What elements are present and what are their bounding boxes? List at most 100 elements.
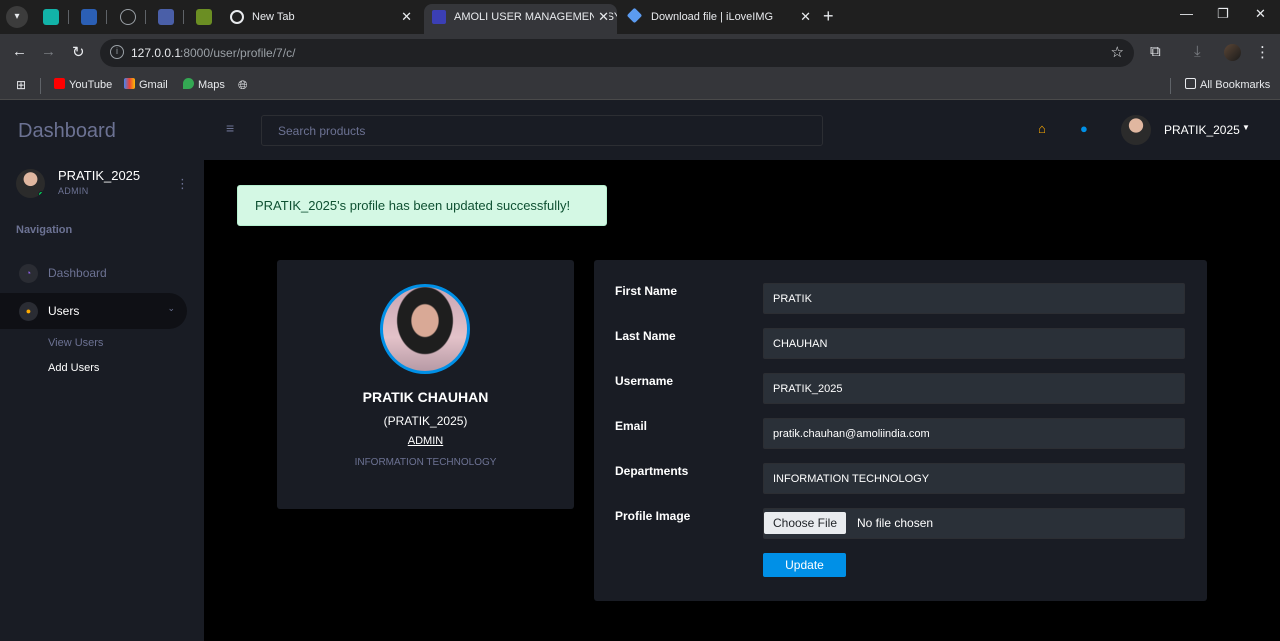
sidebar-subitem-add-users[interactable]: Add Users [48, 362, 99, 374]
tab-iloveimg[interactable]: Download file | iLoveIMG ✕ [621, 4, 819, 34]
tab-search-icon[interactable]: ▾ [6, 6, 28, 28]
brand-logo[interactable]: Dashboard [18, 120, 116, 143]
site-favicon-icon [432, 10, 446, 24]
url-host: 127.0.0.1 [131, 46, 182, 60]
sidebar-item-users[interactable]: ● Users ⌄ [0, 293, 187, 329]
nav-heading: Navigation [16, 224, 73, 236]
email-field[interactable] [763, 418, 1185, 449]
minimize-icon[interactable]: — [1180, 6, 1193, 21]
globe-icon[interactable]: 🌐︎ [238, 78, 248, 93]
globe-icon[interactable] [120, 9, 136, 25]
pinned-tab-icon[interactable] [81, 9, 97, 25]
bookmark-maps[interactable]: Maps [183, 78, 225, 91]
reload-icon[interactable]: ↻ [72, 43, 85, 61]
chrome-icon [230, 10, 244, 24]
first-name-field[interactable] [763, 283, 1185, 314]
divider [1170, 78, 1171, 94]
tab-new-tab[interactable]: New Tab ✕ [222, 4, 420, 34]
first-name-label: First Name [615, 284, 678, 298]
last-name-label: Last Name [615, 329, 676, 343]
close-icon[interactable]: ✕ [800, 4, 811, 30]
sidebar: Dashboard PRATIK_2025 ADMIN ⋮ Navigation… [0, 100, 204, 641]
sidebar-item-dashboard[interactable]: ◔ Dashboard [0, 255, 187, 291]
profile-card: PRATIK CHAUHAN (PRATIK_2025) ADMIN INFOR… [277, 260, 574, 509]
online-status-icon [38, 191, 45, 198]
bookmark-star-icon[interactable]: ☆ [1111, 43, 1124, 61]
divider [40, 78, 41, 94]
browser-chrome: ▾ New Tab ✕ AMOLI USER MANAGEMENT SY ✕ D… [0, 0, 1280, 100]
username-label: Username [615, 374, 674, 388]
profile-role: ADMIN [407, 435, 444, 447]
navbar-user-name[interactable]: PRATIK_2025 [1164, 123, 1240, 137]
close-icon[interactable]: ✕ [401, 4, 412, 30]
bookmark-label: Maps [198, 79, 225, 91]
avatar[interactable] [1121, 115, 1151, 145]
new-tab-icon[interactable]: + [823, 6, 834, 27]
all-bookmarks-label: All Bookmarks [1200, 79, 1271, 91]
menu-kebab-icon[interactable]: ⋮ [1255, 43, 1270, 61]
choose-file-button[interactable]: Choose File [764, 512, 846, 534]
pinned-tab-icon[interactable] [196, 9, 212, 25]
speedometer-icon: ◔ [19, 264, 38, 283]
close-icon[interactable]: ✕ [594, 4, 609, 30]
bookmark-gmail[interactable]: Gmail [124, 78, 168, 91]
email-label: Email [615, 419, 648, 433]
profile-full-name: PRATIK CHAUHAN [362, 389, 489, 405]
forward-icon[interactable]: → [41, 43, 56, 60]
maps-icon [183, 78, 194, 89]
download-icon[interactable]: ⤓ [1194, 43, 1201, 60]
profile-avatar [380, 284, 470, 374]
sidebar-user-role: ADMIN [58, 186, 89, 196]
divider [68, 10, 69, 24]
sidebar-profile: PRATIK_2025 ADMIN ⋮ [16, 168, 196, 204]
maximize-icon[interactable]: ❐ [1217, 6, 1229, 22]
search-input[interactable] [262, 116, 822, 145]
home-icon[interactable]: ⌂ [1038, 121, 1046, 136]
profile-form-card: First Name Last Name Username Email Depa… [594, 260, 1207, 601]
back-icon[interactable]: ← [12, 43, 27, 60]
profile-image-label: Profile Image [615, 509, 691, 523]
kebab-menu-icon[interactable]: ⋮ [176, 176, 189, 192]
bookmark-label: Gmail [139, 79, 168, 91]
user-profile-icon[interactable]: ● [1080, 121, 1088, 136]
departments-label: Departments [615, 464, 689, 478]
brand-bar: Dashboard [0, 100, 204, 160]
sidebar-subitem-view-users[interactable]: View Users [48, 337, 103, 349]
chevron-down-icon: ⌄ [167, 303, 175, 313]
browser-profile-avatar[interactable] [1224, 44, 1241, 61]
apps-grid-icon[interactable]: ⊞ [16, 78, 26, 92]
sidebar-item-label: Users [48, 304, 80, 318]
top-navbar: ≡ ⌂ ● PRATIK_2025 ▼ [204, 100, 1280, 160]
divider [183, 10, 184, 24]
url-path: :8000/user/profile/7/c/ [180, 46, 296, 60]
window-close-icon[interactable]: ✕ [1255, 6, 1266, 22]
profile-department: INFORMATION TECHNOLOGY [354, 457, 497, 468]
site-info-icon[interactable]: i [110, 45, 124, 59]
profile-image-file-input: Choose File No file chosen [763, 508, 1185, 539]
pinned-tab-icon[interactable] [43, 9, 59, 25]
sidebar-item-label: Dashboard [48, 266, 107, 280]
search-box [261, 115, 823, 146]
hamburger-menu-icon[interactable]: ≡ [226, 120, 234, 136]
update-button[interactable]: Update [763, 553, 846, 577]
extensions-icon[interactable]: ⧉ [1150, 43, 1161, 60]
last-name-field[interactable] [763, 328, 1185, 359]
bookmark-youtube[interactable]: YouTube [54, 78, 112, 91]
address-bar[interactable]: i 127.0.0.1 :8000/user/profile/7/c/ ☆ [100, 39, 1134, 67]
pinned-tab-icon[interactable] [158, 9, 174, 25]
profile-username: (PRATIK_2025) [383, 414, 468, 428]
caret-down-icon[interactable]: ▼ [1242, 123, 1250, 132]
divider [106, 10, 107, 24]
bookmarks-bar: ⊞ YouTube Gmail Maps 🌐︎ All Bookmarks [0, 72, 1280, 100]
iloveimg-icon [626, 7, 643, 24]
username-field[interactable] [763, 373, 1185, 404]
success-alert: PRATIK_2025's profile has been updated s… [237, 185, 607, 226]
avatar[interactable] [16, 169, 45, 198]
all-bookmarks[interactable]: All Bookmarks [1185, 78, 1270, 91]
file-status-text: No file chosen [857, 516, 934, 530]
departments-field[interactable] [763, 463, 1185, 494]
gmail-icon [124, 78, 135, 89]
youtube-icon [54, 78, 65, 89]
user-icon: ● [19, 302, 38, 321]
tab-amoli[interactable]: AMOLI USER MANAGEMENT SY ✕ [424, 4, 617, 34]
